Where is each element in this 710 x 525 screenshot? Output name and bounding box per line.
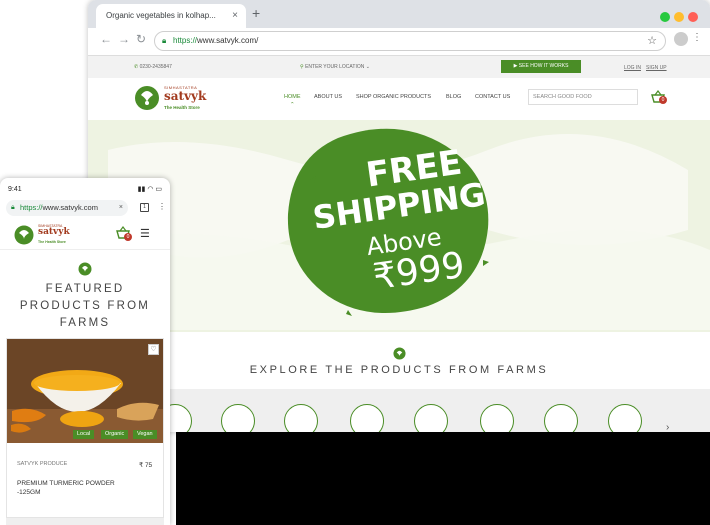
leaf-logo-icon [393, 347, 406, 360]
tab-title: Organic vegetables in kolhap... [106, 11, 216, 20]
featured-line-3: FARMS [59, 317, 111, 329]
tab-close-icon[interactable]: × [232, 4, 238, 28]
mobile-browser-window: 9:41 ▮▮ ◠ ▭ 🔒︎ https://www.satvyk.com × … [0, 178, 170, 525]
chevron-down-icon: ⌄ [364, 64, 370, 70]
next-card-edge [6, 518, 164, 525]
product-brand: SATVYK PRODUCE [17, 461, 68, 467]
how-it-works-label: SEE HOW IT WORKS [518, 63, 569, 69]
search-input[interactable]: SEARCH GOOD FOOD [528, 89, 638, 105]
explore-section-header [88, 332, 710, 388]
lock-icon: 🔒︎ [162, 36, 167, 45]
address-bar[interactable]: 🔒︎ https://www.satvyk.com/ ☆ [154, 31, 666, 51]
tab-switcher-icon[interactable]: 1 [140, 203, 149, 212]
mobile-menu-kebab-icon[interactable]: ⋮ [158, 202, 166, 211]
beverage-bottle-icon[interactable] [608, 404, 642, 432]
maximize-dot[interactable] [660, 12, 670, 22]
product-price: ₹ 75 [139, 462, 153, 469]
hero-banner[interactable]: FREE SHIPPING Above ₹999 [88, 120, 710, 332]
featured-line-2: PRODUCTS FROM [19, 300, 151, 312]
minimize-dot[interactable] [674, 12, 684, 22]
close-dot[interactable] [688, 12, 698, 22]
status-icons: ▮▮ ◠ ▭ [137, 186, 162, 193]
phone-text: 0230-2435847 [139, 64, 172, 70]
brand-tagline: The Health Store [164, 105, 200, 110]
brand-name: satvyk [164, 89, 207, 103]
nav-shop[interactable]: SHOP ORGANIC PRODUCTS [356, 94, 431, 100]
brand-name: satvyk [38, 227, 70, 237]
url-text: www.satvyk.com [42, 203, 98, 212]
window-controls [656, 9, 698, 27]
phone-number: ✆ 0230-2435847 [134, 64, 172, 70]
brand-tagline: The Health Store [38, 240, 66, 244]
pickle-jar-icon[interactable] [350, 404, 384, 432]
leaf-logo-icon [78, 262, 92, 276]
cart-count-badge: 0 [124, 233, 132, 241]
explore-title: EXPLORE THE PRODUCTS FROM FARMS [249, 364, 549, 376]
browser-menu-icon[interactable]: ⋮ [692, 32, 702, 43]
hamburger-menu-icon[interactable]: ☰ [140, 227, 150, 240]
status-time: 9:41 [8, 186, 22, 193]
category-carousel: › [88, 389, 710, 432]
site-topbar: ✆ 0230-2435847 ⚲ ENTER YOUR LOCATION ⌄ ▶… [88, 56, 710, 78]
tag-organic: Organic [101, 430, 129, 439]
bookmark-star-icon[interactable]: ☆ [647, 32, 657, 50]
new-tab-button[interactable]: + [252, 5, 260, 21]
url-protocol: https:// [20, 203, 43, 212]
cart-count-badge: 0 [659, 96, 667, 104]
browser-tab[interactable]: Organic vegetables in kolhap... × [96, 4, 246, 28]
clear-url-icon[interactable]: × [119, 200, 123, 216]
featured-line-1: FEATURED [45, 283, 125, 295]
cream-tube-icon[interactable] [414, 404, 448, 432]
mobile-cart-button[interactable]: 0 [116, 226, 132, 245]
satvyk-logo[interactable]: SIMHASTATRA satvyk The Health Store [134, 83, 214, 113]
wishlist-heart-icon[interactable]: ♡ [148, 344, 159, 355]
nav-home[interactable]: HOME [284, 94, 301, 100]
book-icon[interactable] [544, 404, 578, 432]
tag-local: Local [73, 430, 95, 439]
oil-bottle-icon[interactable] [221, 404, 255, 432]
tab-strip: Organic vegetables in kolhap... × + [88, 0, 710, 28]
mobile-address-bar[interactable]: 🔒︎ https://www.satvyk.com × [6, 200, 128, 216]
grain-icon[interactable] [284, 404, 318, 432]
nav-active-caret-icon: ⌃ [290, 102, 295, 108]
reload-button[interactable]: ↻ [136, 32, 146, 46]
browser-toolbar: ← → ↻ 🔒︎ https://www.satvyk.com/ ☆ ⋮ [88, 28, 710, 56]
tag-vegan: Vegan [133, 430, 157, 439]
tea-cup-icon[interactable] [480, 404, 514, 432]
background-void [176, 432, 710, 525]
satvyk-logo[interactable]: SIMHASTATRA satvyk The Health Store [14, 223, 78, 247]
nav-about[interactable]: ABOUT US [314, 94, 342, 100]
lock-icon: 🔒︎ [11, 204, 15, 211]
nav-blog[interactable]: BLOG [446, 94, 461, 100]
carousel-next-icon[interactable]: › [666, 422, 669, 432]
desktop-browser-window: Organic vegetables in kolhap... × + ← → … [88, 0, 710, 432]
forward-button[interactable]: → [118, 32, 130, 46]
back-button[interactable]: ← [100, 32, 112, 46]
cart-button[interactable]: 0 [651, 90, 667, 109]
site-header: SIMHASTATRA satvyk The Health Store HOME… [88, 78, 710, 120]
product-image [7, 339, 163, 443]
url-text: www.satvyk.com/ [197, 36, 259, 45]
mobile-site-header: SIMHASTATRA satvyk The Health Store 0 ☰ [0, 220, 170, 250]
featured-title: FEATURED PRODUCTS FROM FARMS [0, 281, 170, 332]
product-card[interactable]: ♡ Local Organic Vegan SATVYK PRODUCE ₹ 7… [6, 338, 164, 518]
location-selector[interactable]: ⚲ ENTER YOUR LOCATION ⌄ [300, 64, 370, 70]
see-how-it-works-button[interactable]: ▶ SEE HOW IT WORKS [501, 60, 581, 73]
nav-contact[interactable]: CONTACT US [475, 94, 510, 100]
url-protocol: https:// [173, 36, 198, 45]
login-link[interactable]: LOG IN [624, 65, 641, 71]
signup-link[interactable]: SIGN UP [646, 65, 667, 71]
profile-avatar[interactable] [674, 32, 688, 46]
location-text: ENTER YOUR LOCATION [305, 64, 365, 70]
product-name[interactable]: PREMIUM TURMERIC POWDER -125GM [17, 479, 117, 497]
